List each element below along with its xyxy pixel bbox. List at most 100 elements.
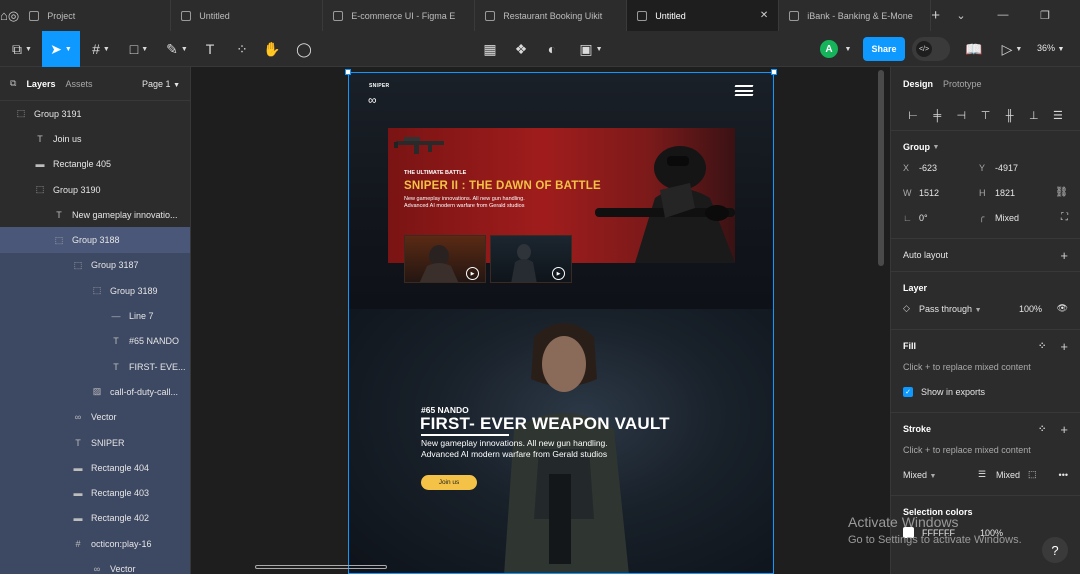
dev-mode-toggle[interactable]: </>	[912, 37, 950, 61]
group-dropdown[interactable]: Group ▼	[903, 139, 1068, 155]
tab-0[interactable]: Project	[19, 0, 172, 31]
layer-row[interactable]: T #65 NANDO	[0, 328, 190, 354]
more-options-icon[interactable]: •••	[1059, 470, 1068, 480]
add-auto-layout-button[interactable]: +	[1060, 248, 1068, 263]
main-menu-button[interactable]: ⧉ ▼	[8, 31, 36, 67]
layer-row[interactable]: T SNIPER	[0, 429, 190, 456]
close-tab-icon[interactable]: ✕	[760, 10, 768, 21]
align-left-icon[interactable]: ⊢	[901, 109, 925, 122]
layer-row[interactable]: ⬚ Group 3190	[0, 177, 190, 202]
layer-row[interactable]: ⬚ Group 3188	[0, 227, 190, 253]
independent-corners-icon[interactable]: ⛶	[1061, 212, 1068, 223]
stroke-position-select[interactable]: Mixed ▼	[903, 470, 978, 480]
corner-radius-field[interactable]: ╭ Mixed	[979, 212, 1055, 223]
resize-handle[interactable]	[345, 69, 351, 75]
restore-button[interactable]: ❐	[1024, 9, 1066, 22]
layer-row[interactable]: T New gameplay innovatio...	[0, 202, 190, 227]
x-field[interactable]: X -623	[903, 163, 979, 173]
grid-tool-button[interactable]: ▦	[480, 31, 500, 67]
layer-row[interactable]: ▬ Rectangle 405	[0, 152, 190, 177]
tab-assets[interactable]: Assets	[65, 79, 92, 89]
layer-row[interactable]: T Join us	[0, 126, 190, 151]
close-window-button[interactable]: ✕	[1066, 9, 1080, 22]
show-in-exports-row[interactable]: ✓ Show in exports	[903, 379, 1068, 404]
tab-3[interactable]: Restaurant Booking Uikit	[475, 0, 628, 31]
h-field[interactable]: H 1821	[979, 188, 1055, 198]
y-field[interactable]: Y -4917	[979, 163, 1055, 173]
canvas[interactable]: SNIPER ∞ THE ULTIMATE BATTLE SNIPER II :…	[191, 67, 890, 574]
align-bottom-icon[interactable]: ⊥	[1022, 109, 1046, 122]
tab-layers[interactable]: Layers	[26, 79, 55, 89]
chevron-down-icon[interactable]: ⌄	[940, 9, 982, 22]
tab-1[interactable]: Untitled	[171, 0, 324, 31]
eye-icon[interactable]: 👁	[1057, 303, 1068, 314]
video-thumbnail-1[interactable]: ▶	[404, 235, 486, 283]
layer-row[interactable]: ⬚ Group 3187	[0, 252, 190, 279]
layer-row[interactable]: ▬ Rectangle 403	[0, 480, 190, 506]
distribute-icon[interactable]: ☰	[1046, 109, 1070, 122]
style-grid-icon[interactable]: ⁘	[1038, 424, 1046, 435]
layer-row[interactable]: — Line 7	[0, 303, 190, 329]
present-button[interactable]: ▷ ▼	[1000, 31, 1024, 67]
shape-tool-button[interactable]: □ ▼	[124, 31, 154, 67]
constrain-proportions-icon[interactable]: ⛓	[1055, 187, 1068, 198]
layer-row[interactable]: ∞ Vector	[0, 404, 190, 430]
checkbox-checked-icon[interactable]: ✓	[903, 386, 913, 397]
rotation-field[interactable]: ∟ 0°	[903, 213, 979, 223]
tab-2[interactable]: E-commerce UI - Figma E	[323, 0, 476, 31]
page-selector[interactable]: Page 1 ▼	[142, 79, 180, 89]
video-thumbnail-2[interactable]: ▶	[490, 235, 572, 283]
stroke-weight-value[interactable]: Mixed	[996, 470, 1020, 480]
align-center-vertical-icon[interactable]: ╫	[998, 110, 1022, 122]
layer-row[interactable]: ▨ call-of-duty-call...	[0, 379, 190, 405]
tab-design[interactable]: Design	[903, 79, 933, 89]
stroke-sides-icon[interactable]: ⬚	[1028, 469, 1037, 480]
add-fill-button[interactable]: +	[1060, 339, 1068, 354]
minimize-button[interactable]: —	[982, 9, 1024, 22]
design-frame[interactable]: SNIPER ∞ THE ULTIMATE BATTLE SNIPER II :…	[348, 72, 774, 574]
pen-tool-button[interactable]: ✎ ▼	[162, 31, 192, 67]
layer-row[interactable]: # octicon:play-16	[0, 531, 190, 557]
canvas-scrollbar[interactable]	[878, 70, 884, 266]
align-top-icon[interactable]: ⊤	[973, 109, 997, 122]
tab-prototype[interactable]: Prototype	[943, 79, 982, 89]
layer-row[interactable]: ⬚ Group 3191	[0, 101, 190, 126]
resize-handle[interactable]	[771, 69, 777, 75]
join-us-button[interactable]: Join us	[421, 475, 477, 490]
frame-tool-button[interactable]: # ▼	[86, 31, 116, 67]
globe-icon[interactable]: ◎	[8, 0, 19, 31]
tab-4[interactable]: Untitled ✕	[627, 0, 780, 31]
mask-tool-button[interactable]: ◐	[542, 31, 562, 67]
hand-tool-button[interactable]: ✋	[262, 31, 282, 67]
add-stroke-button[interactable]: +	[1060, 422, 1068, 437]
share-button[interactable]: Share	[863, 37, 905, 61]
tab-5[interactable]: iBank - Banking & E-Mone	[779, 0, 932, 31]
avatar[interactable]: A	[820, 40, 838, 58]
move-tool-button[interactable]: ➤ ▼	[42, 31, 80, 67]
resources-tool-button[interactable]: ⁘	[232, 31, 252, 67]
w-field[interactable]: W 1512	[903, 188, 979, 198]
help-button[interactable]: ?	[1042, 537, 1068, 563]
comment-tool-button[interactable]: ◯	[294, 31, 314, 67]
layer-row[interactable]: ▬ Rectangle 402	[0, 505, 190, 532]
layer-row[interactable]: T FIRST- EVE...	[0, 353, 190, 380]
menu-icon[interactable]	[734, 85, 754, 96]
layer-row[interactable]: ⬚ Group 3189	[0, 278, 190, 304]
zoom-menu[interactable]: 36% ▼	[1037, 43, 1064, 53]
home-icon[interactable]: ⌂	[0, 0, 8, 31]
boolean-tool-button[interactable]: ▣ ▼	[576, 31, 606, 67]
horizontal-scrollbar[interactable]	[255, 565, 387, 569]
style-grid-icon[interactable]: ⁘	[1038, 341, 1046, 352]
component-tool-button[interactable]: ❖	[511, 31, 531, 67]
play-icon[interactable]: ▶	[552, 267, 565, 280]
chevron-down-icon[interactable]: ▼	[842, 31, 854, 67]
text-tool-button[interactable]: T	[200, 31, 220, 67]
layer-row[interactable]: ▬ Rectangle 404	[0, 455, 190, 481]
blend-mode-select[interactable]: Pass through ▼	[919, 304, 1019, 314]
align-center-horizontal-icon[interactable]: ╪	[925, 110, 949, 122]
new-tab-button[interactable]: +	[931, 7, 940, 24]
library-button[interactable]: 📖	[964, 31, 984, 67]
play-icon[interactable]: ▶	[466, 267, 479, 280]
layer-row[interactable]: ∞ Vector	[0, 556, 190, 574]
align-right-icon[interactable]: ⊣	[949, 109, 973, 122]
